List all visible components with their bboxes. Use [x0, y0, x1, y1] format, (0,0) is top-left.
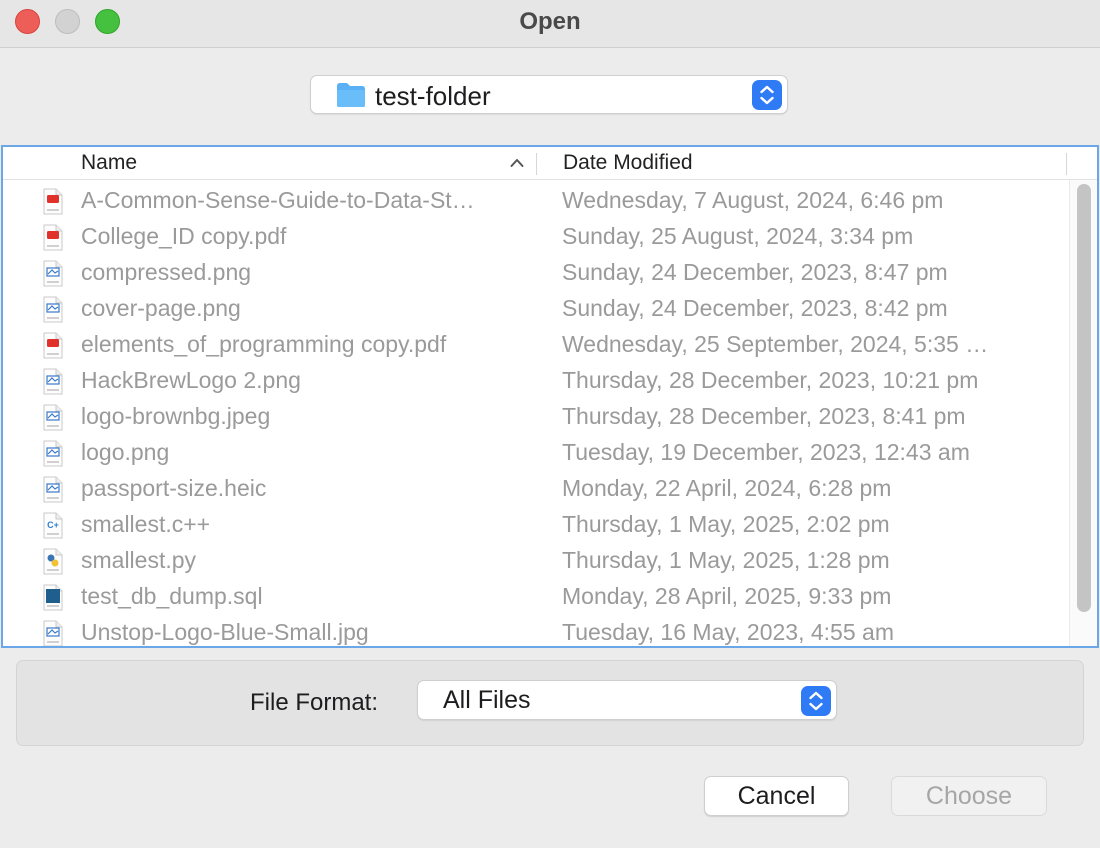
file-name: elements_of_programming copy.pdf	[81, 331, 447, 357]
file-date-modified: Sunday, 24 December, 2023, 8:42 pm	[562, 295, 948, 321]
file-date-modified: Thursday, 28 December, 2023, 10:21 pm	[562, 367, 979, 393]
file-date-modified: Thursday, 1 May, 2025, 1:28 pm	[562, 547, 890, 573]
folder-popup-stepper-icon[interactable]	[752, 80, 782, 110]
file-row[interactable]: test_db_dump.sql Monday, 28 April, 2025, …	[3, 580, 1073, 616]
window-title: Open	[519, 8, 581, 35]
file-row[interactable]: passport-size.heic Monday, 22 April, 2024…	[3, 472, 1073, 508]
file-name: logo.png	[81, 439, 170, 465]
column-divider[interactable]	[536, 153, 537, 175]
file-date-modified: Thursday, 28 December, 2023, 8:41 pm	[562, 403, 966, 429]
pdf-file-icon	[43, 224, 63, 251]
vertical-scrollbar[interactable]	[1069, 180, 1097, 646]
file-row[interactable]: compressed.png Sunday, 24 December, 2023,…	[3, 256, 1073, 292]
file-name: test_db_dump.sql	[81, 583, 263, 609]
heic-file-icon	[43, 476, 63, 503]
file-row[interactable]: cover-page.png Sunday, 24 December, 2023,…	[3, 292, 1073, 328]
file-name: compressed.png	[81, 259, 252, 285]
file-name: cover-page.png	[81, 295, 241, 321]
file-date-modified: Thursday, 1 May, 2025, 2:02 pm	[562, 511, 890, 537]
jpeg-file-icon	[43, 620, 63, 646]
png-file-icon	[43, 296, 63, 323]
scrollbar-thumb[interactable]	[1077, 184, 1091, 612]
png-file-icon	[43, 440, 63, 467]
png-file-icon	[43, 368, 63, 395]
file-format-popup[interactable]: All Files	[417, 680, 837, 720]
file-date-modified: Sunday, 24 December, 2023, 8:47 pm	[562, 259, 948, 285]
folder-icon	[337, 83, 365, 107]
date-modified-column-header[interactable]: Date Modified	[563, 151, 693, 175]
jpeg-file-icon	[43, 404, 63, 431]
file-name: passport-size.heic	[81, 475, 267, 501]
choose-button[interactable]: Choose	[891, 776, 1047, 816]
sql-file-icon	[43, 584, 63, 611]
file-name: smallest.c++	[81, 511, 211, 537]
file-row[interactable]: elements_of_programming copy.pdf Wednesda…	[3, 328, 1073, 364]
column-divider[interactable]	[1066, 153, 1067, 175]
file-date-modified: Monday, 28 April, 2025, 9:33 pm	[562, 583, 892, 609]
file-row[interactable]: College_ID copy.pdf Sunday, 25 August, 20…	[3, 220, 1073, 256]
file-date-modified: Wednesday, 7 August, 2024, 6:46 pm	[562, 187, 944, 213]
file-date-modified: Monday, 22 April, 2024, 6:28 pm	[562, 475, 892, 501]
file-name: HackBrewLogo 2.png	[81, 367, 301, 393]
pdf-file-icon	[43, 188, 63, 215]
file-format-panel: File Format: All Files	[16, 660, 1084, 746]
title-bar: Open	[0, 0, 1100, 48]
png-file-icon	[43, 260, 63, 287]
file-name: logo-brownbg.jpeg	[81, 403, 271, 429]
file-format-stepper-icon[interactable]	[801, 686, 831, 716]
current-folder-name: test-folder	[375, 81, 491, 111]
file-list[interactable]: Name Date Modified A-Common-Sense-Guide-…	[1, 145, 1099, 648]
file-format-label: File Format:	[250, 689, 379, 716]
file-date-modified: Tuesday, 19 December, 2023, 12:43 am	[562, 439, 970, 465]
file-name: smallest.py	[81, 547, 197, 573]
name-column-header[interactable]: Name	[81, 151, 137, 175]
file-date-modified: Wednesday, 25 September, 2024, 5:35 …	[562, 331, 989, 357]
file-row[interactable]: logo-brownbg.jpeg Thursday, 28 December, …	[3, 400, 1073, 436]
file-list-header: Name Date Modified	[3, 147, 1097, 180]
python-file-icon	[43, 548, 63, 575]
cancel-button[interactable]: Cancel	[704, 776, 849, 816]
cpp-file-icon: C+	[43, 512, 63, 539]
file-row[interactable]: Unstop-Logo-Blue-Small.jpg Tuesday, 16 Ma…	[3, 616, 1073, 646]
folder-location-popup[interactable]: test-folder	[310, 75, 788, 114]
file-date-modified: Sunday, 25 August, 2024, 3:34 pm	[562, 223, 914, 249]
file-name: College_ID copy.pdf	[81, 223, 287, 249]
file-row[interactable]: smallest.py Thursday, 1 May, 2025, 1:28 p…	[3, 544, 1073, 580]
pdf-file-icon	[43, 332, 63, 359]
file-row[interactable]: logo.png Tuesday, 19 December, 2023, 12:4…	[3, 436, 1073, 472]
file-row[interactable]: C+ smallest.c++ Thursday, 1 May, 2025, 2:0…	[3, 508, 1073, 544]
file-format-value: All Files	[443, 686, 531, 714]
sort-ascending-icon[interactable]	[509, 155, 525, 171]
file-date-modified: Tuesday, 16 May, 2023, 4:55 am	[562, 619, 894, 645]
file-row[interactable]: A-Common-Sense-Guide-to-Data-St… Wednesda…	[3, 184, 1073, 220]
file-row[interactable]: HackBrewLogo 2.png Thursday, 28 December,…	[3, 364, 1073, 400]
file-rows: A-Common-Sense-Guide-to-Data-St… Wednesda…	[3, 184, 1073, 646]
file-name: A-Common-Sense-Guide-to-Data-St…	[81, 187, 475, 213]
file-name: Unstop-Logo-Blue-Small.jpg	[81, 619, 369, 645]
svg-text:C+: C+	[47, 520, 59, 530]
